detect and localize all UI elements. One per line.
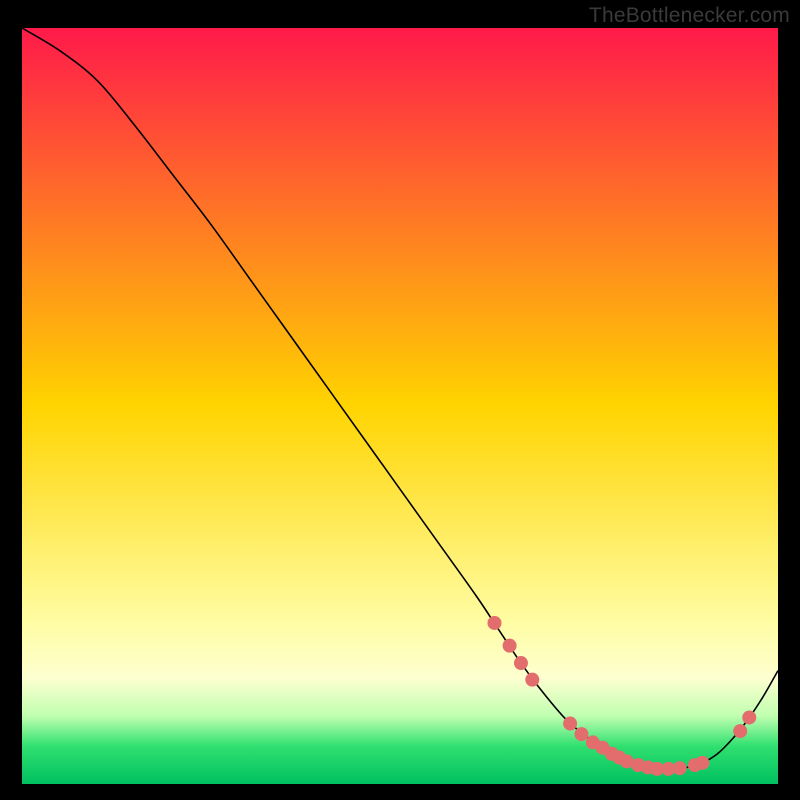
gradient-background [22, 28, 778, 784]
chart-container: TheBottlenecker.com [0, 0, 800, 800]
marker-dot [673, 761, 687, 775]
chart-svg [22, 28, 778, 784]
marker-dot [525, 673, 539, 687]
marker-dot [503, 639, 517, 653]
watermark-label: TheBottlenecker.com [589, 4, 790, 28]
marker-dot [742, 710, 756, 724]
marker-dot [514, 656, 528, 670]
plot-area [22, 28, 778, 784]
marker-dot [488, 616, 502, 630]
marker-dot [574, 727, 588, 741]
marker-dot [733, 724, 747, 738]
marker-dot [695, 756, 709, 770]
marker-dot [563, 717, 577, 731]
